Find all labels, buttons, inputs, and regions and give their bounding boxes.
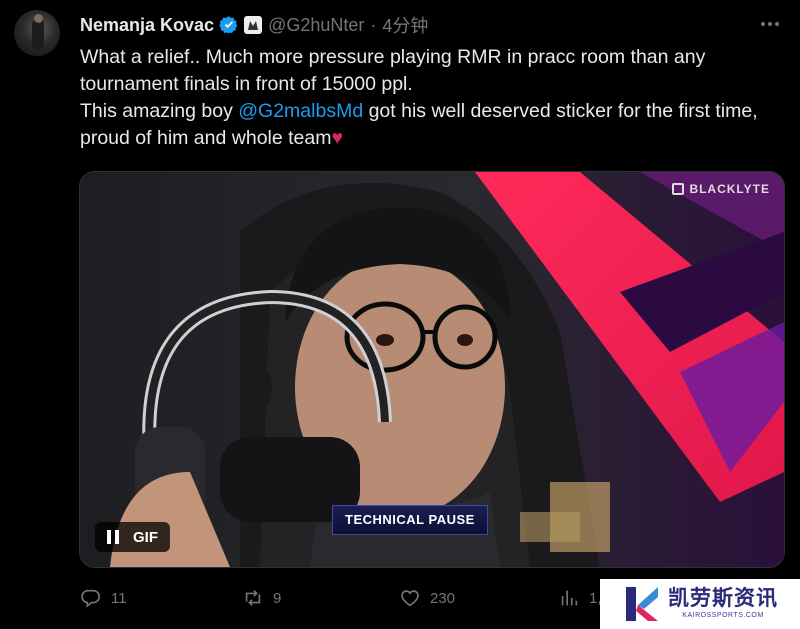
gif-media[interactable]: BLACKLYTE TECHNICAL PAUSE GIF [79, 171, 785, 568]
kairos-logo-icon [626, 587, 658, 621]
technical-pause-overlay: TECHNICAL PAUSE [332, 505, 488, 535]
retweet-button[interactable]: 9 [242, 586, 281, 610]
sponsor-label: BLACKLYTE [689, 182, 770, 196]
separator-dot: · [370, 14, 377, 35]
sponsor-watermark: BLACKLYTE [672, 182, 770, 196]
blacklyte-logo-icon [672, 183, 685, 195]
avatar[interactable] [14, 10, 60, 56]
tweet-line-1: What a relief.. Much more pressure playi… [80, 46, 706, 95]
gif-controls[interactable]: GIF [95, 522, 170, 552]
tweet-header: Nemanja Kovac @G2huNter · 4分钟 [80, 13, 428, 37]
retweet-count: 9 [273, 589, 282, 607]
org-badge-icon [244, 16, 263, 34]
tweet-line-2: This amazing boy @G2malbsMd got his well… [80, 98, 780, 152]
tweet-line-2-prefix: This amazing boy [80, 100, 239, 122]
like-count: 230 [430, 589, 456, 607]
site-watermark: 凯劳斯资讯 KAIROSSPORTS.COM [600, 579, 800, 629]
reply-count: 11 [111, 589, 127, 607]
watermark-en: KAIROSSPORTS.COM [682, 612, 764, 619]
avatar-figure [32, 19, 44, 49]
tweet-text: What a relief.. Much more pressure playi… [80, 44, 780, 152]
like-button[interactable]: 230 [399, 586, 455, 610]
reply-button[interactable]: 11 [80, 586, 127, 610]
gif-label: GIF [133, 528, 158, 546]
author-handle[interactable]: @G2huNter [268, 15, 364, 36]
tweet-time[interactable]: 4分钟 [382, 12, 428, 38]
mention-link[interactable]: @G2malbsMd [238, 100, 363, 122]
heart-emoji: ♥ [331, 127, 344, 149]
more-icon[interactable] [756, 10, 784, 38]
reply-icon [81, 589, 101, 608]
heart-icon [401, 590, 419, 607]
verified-badge-icon [219, 16, 238, 34]
watermark-text: 凯劳斯资讯 KAIROSSPORTS.COM [668, 587, 778, 621]
pause-icon[interactable] [107, 530, 119, 544]
avatar-head [34, 14, 43, 23]
retweet-icon [245, 590, 261, 606]
views-icon [561, 590, 578, 606]
author-name[interactable]: Nemanja Kovac [80, 15, 214, 36]
watermark-cn: 凯劳斯资讯 [668, 587, 778, 610]
views-button[interactable]: 1, [558, 586, 602, 610]
